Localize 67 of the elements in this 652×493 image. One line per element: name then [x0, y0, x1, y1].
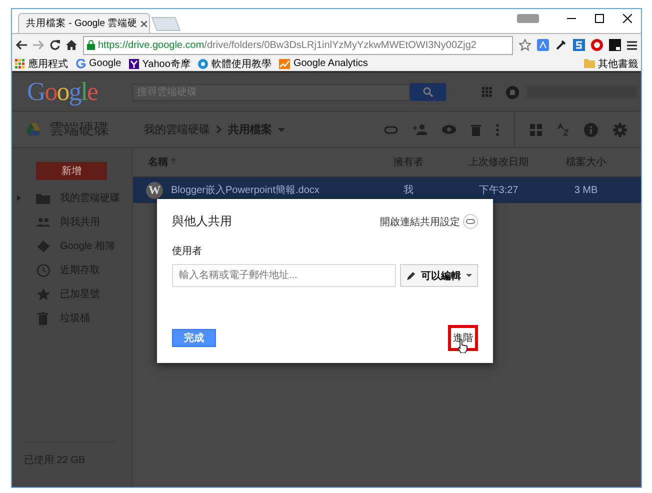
link-icon[interactable]	[384, 126, 398, 134]
lock-icon	[87, 40, 95, 50]
clock-icon	[36, 264, 50, 276]
people-icon	[36, 217, 50, 227]
close-icon[interactable]	[622, 14, 632, 22]
chart-line-icon	[279, 58, 290, 68]
y-letter-icon	[129, 58, 140, 68]
new-button[interactable]: 新增	[36, 162, 107, 180]
dialog-title: 與他人共用	[172, 213, 232, 230]
grid-view-icon[interactable]	[530, 124, 542, 136]
drive-logo-icon	[26, 123, 41, 136]
settings-icon[interactable]	[613, 122, 627, 136]
bell-icon[interactable]	[506, 86, 519, 98]
profile-icon[interactable]	[517, 14, 539, 22]
s-letter-icon[interactable]	[573, 39, 585, 51]
apps-grid-icon[interactable]	[482, 87, 492, 97]
done-button[interactable]: 完成	[172, 329, 216, 347]
other-bookmarks[interactable]: 其他書籤	[584, 56, 638, 70]
info-icon[interactable]	[584, 122, 598, 136]
bookmark-item[interactable]: Google	[76, 58, 122, 69]
permission-dropdown[interactable]: 可以編輯	[400, 264, 478, 287]
eyedropper-icon[interactable]	[555, 39, 567, 51]
address-bar[interactable]: https://drive.google.com/drive/folders/0Bw3DsLRj1inlYzMyYzkwMWEtOWI3Ny00Zjg2	[83, 36, 513, 54]
search-icon[interactable]	[423, 87, 433, 97]
size-cell: 3 MB	[574, 184, 598, 196]
caret-icon	[466, 274, 472, 277]
forward-icon[interactable]	[33, 40, 44, 50]
expand-caret-icon[interactable]	[17, 195, 21, 201]
search-button[interactable]	[410, 83, 446, 101]
apps-grid-icon	[15, 58, 25, 68]
eye-icon[interactable]	[442, 125, 456, 134]
bookmark-item[interactable]: Yahoo奇摩	[129, 56, 190, 70]
people-label: 使用者	[172, 244, 203, 258]
star-outline-icon[interactable]	[519, 39, 531, 51]
menu-icon[interactable]	[627, 40, 637, 50]
bookmark-item[interactable]: Google Analytics	[279, 58, 368, 69]
tab-title: 共用檔案 - Google 雲端硬	[26, 17, 138, 30]
pencil-icon	[406, 270, 416, 280]
folder-icon	[584, 59, 595, 68]
reload-icon[interactable]	[50, 40, 60, 50]
file-name: Blogger嵌入Powerpoint簡報.docx	[171, 184, 320, 197]
home-icon[interactable]	[66, 40, 77, 50]
trash-icon[interactable]	[471, 124, 481, 136]
browser-tab[interactable]: 共用檔案 - Google 雲端硬	[18, 13, 150, 33]
modified-cell: 下午3:27	[478, 185, 518, 196]
star-icon	[36, 288, 50, 300]
add-person-icon[interactable]	[413, 124, 427, 135]
bookmark-item[interactable]: 軟體使用教學	[198, 56, 272, 70]
owner-cell: 我	[404, 185, 414, 196]
sort-icon[interactable]	[557, 123, 569, 136]
google-logo[interactable]: Google	[12, 77, 122, 107]
document-letter-icon: W	[146, 182, 163, 198]
close-tab-icon[interactable]	[140, 20, 147, 26]
people-input-field[interactable]: 輸入名稱或電子郵件地址...	[172, 264, 396, 287]
bookmark-item[interactable]: 應用程式	[15, 56, 68, 70]
square-extension-icon[interactable]	[609, 39, 621, 51]
trash-icon	[38, 312, 48, 324]
maximize-icon[interactable]	[594, 14, 604, 22]
folder-icon	[36, 192, 50, 204]
stop-sign-icon[interactable]	[591, 39, 603, 51]
back-icon[interactable]	[16, 40, 27, 50]
link-sharing-link[interactable]: 開啟連結共用設定	[380, 214, 460, 228]
more-vertical-icon[interactable]	[496, 124, 499, 136]
chevron-right-icon	[216, 125, 222, 134]
g-letter-icon	[76, 58, 86, 68]
file-row[interactable]: W Blogger嵌入Powerpoint簡報.docx 我 下午3:27 3 MB	[133, 177, 641, 203]
dropdown-caret-icon[interactable]	[278, 128, 285, 132]
